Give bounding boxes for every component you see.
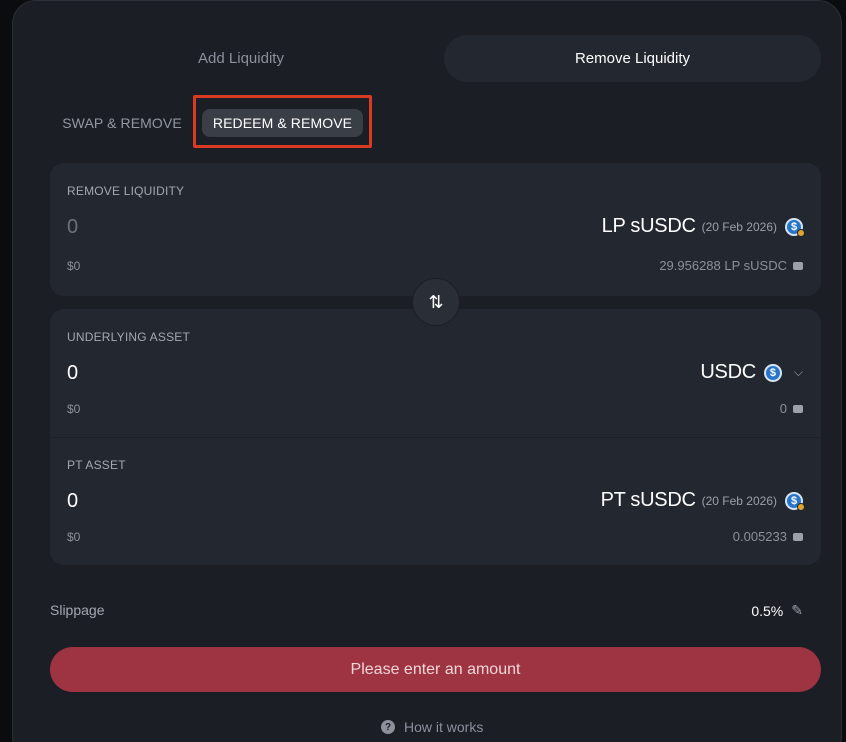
how-it-works-link[interactable]: ? How it works [381, 719, 483, 735]
swap-arrows-button[interactable]: ⇅ [412, 278, 460, 326]
underlying-asset-name: USDC [700, 361, 756, 383]
wallet-icon [793, 532, 803, 541]
underlying-balance[interactable]: 0 [780, 401, 803, 416]
pencil-icon[interactable]: ✎ [791, 602, 803, 619]
susdc-coin-icon: $ [785, 491, 805, 511]
pt-asset-selector: PT sUSDC (20 Feb 2026) $ [600, 489, 805, 512]
remove-amount-input[interactable]: 0 [67, 216, 78, 239]
output-assets-card: UNDERLYING ASSET 0 USDC $ ⌵ $0 0 PT ASSE… [50, 309, 821, 565]
slippage-setting[interactable]: 0.5% ✎ [751, 602, 803, 619]
remove-liquidity-card: REMOVE LIQUIDITY 0 LP sUSDC (20 Feb 2026… [50, 163, 821, 296]
underlying-asset-selector[interactable]: USDC $ ⌵ [700, 361, 803, 384]
lp-asset-selector: LP sUSDC (20 Feb 2026) $ [601, 215, 805, 238]
liquidity-panel: Add Liquidity Remove Liquidity SWAP & RE… [12, 0, 842, 742]
underlying-asset-label: UNDERLYING ASSET [67, 330, 191, 344]
pt-amount: 0 [67, 490, 79, 512]
pt-usd-value: $0 [67, 530, 81, 544]
pt-balance-value: 0.005233 [732, 529, 787, 544]
susdc-coin-icon: $ [785, 217, 805, 237]
question-icon: ? [381, 720, 395, 734]
wallet-icon [793, 261, 803, 270]
usdc-coin-icon: $ [763, 363, 782, 382]
pt-asset-date: (20 Feb 2026) [701, 493, 777, 508]
wallet-icon [793, 404, 803, 413]
lp-asset-date: (20 Feb 2026) [701, 219, 777, 234]
swap-arrows-icon: ⇅ [428, 291, 444, 312]
how-it-works-label: How it works [404, 719, 484, 735]
submit-button[interactable]: Please enter an amount [50, 647, 821, 692]
tab-add-liquidity[interactable]: Add Liquidity [53, 35, 429, 82]
slippage-label: Slippage [50, 602, 105, 618]
remove-liquidity-label: REMOVE LIQUIDITY [67, 184, 185, 198]
card-divider [50, 437, 821, 438]
underlying-usd-value: $0 [67, 402, 81, 416]
lp-asset-name: LP sUSDC [601, 215, 696, 237]
lp-balance[interactable]: 29.956288 LP sUSDC [659, 258, 803, 273]
remove-usd-value: $0 [67, 259, 81, 273]
chevron-down-icon: ⌵ [793, 365, 803, 379]
tab-remove-liquidity[interactable]: Remove Liquidity [444, 35, 821, 82]
underlying-balance-value: 0 [779, 401, 787, 416]
subtab-swap-remove[interactable]: SWAP & REMOVE [59, 109, 185, 137]
slippage-value: 0.5% [751, 602, 784, 619]
lp-balance-value: 29.956288 LP sUSDC [659, 258, 787, 273]
pt-asset-name: PT sUSDC [600, 489, 696, 511]
pt-asset-label: PT ASSET [67, 458, 126, 472]
underlying-amount: 0 [67, 362, 79, 384]
subtab-redeem-remove[interactable]: REDEEM & REMOVE [202, 109, 363, 137]
pt-balance[interactable]: 0.005233 [733, 529, 803, 544]
